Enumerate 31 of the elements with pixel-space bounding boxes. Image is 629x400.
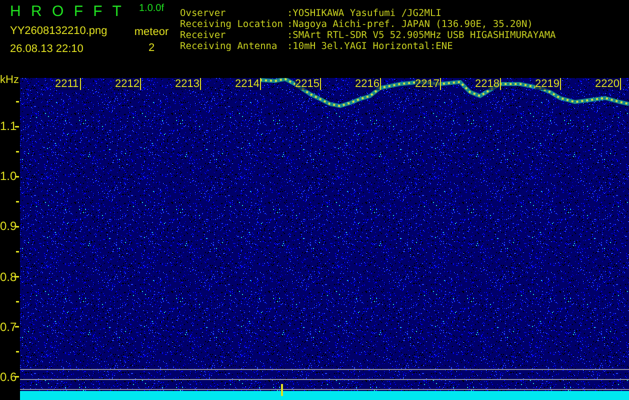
time-label: 2220 [595, 78, 622, 90]
info-value: :SMArt RTL-SDR V5 52.905MHz USB HIGASHIMURAYAMA [286, 30, 556, 41]
info-value: :Nagoya Aichi-pref. JAPAN (136.90E, 35.20N) [286, 19, 534, 30]
time-label: 2218 [475, 78, 502, 90]
time-label: 2214 [235, 78, 262, 90]
axis-label: 0.7 [0, 320, 17, 334]
info-value: :YOSHIKAWA Yasufumi /JG2MLI [286, 8, 442, 19]
file-name: YY2608132210.png [10, 24, 108, 38]
time-label: 2213 [175, 78, 202, 90]
axis-label: 1.1 [0, 119, 17, 133]
unit-label: kHz [0, 74, 19, 86]
axis-label: 1.0 [0, 169, 17, 184]
info-value: :10mH 3el.YAGI Horizontal:ENE [286, 41, 454, 52]
time-label: 2217 [415, 78, 442, 90]
time-label: 2219 [535, 78, 562, 90]
time-label: 2215 [295, 78, 322, 90]
meteor-label: meteor [134, 25, 169, 39]
timestamp: 26.08.13 22:10 [10, 42, 84, 56]
axis-label: 0.6 [0, 370, 17, 384]
info-label: Ovserver [180, 8, 227, 19]
info-label: Receiving Location [180, 19, 283, 30]
info-label: Receiving Antenna [180, 41, 278, 52]
version-label: 1.0.0f [138, 3, 164, 15]
axis-label: 0.9 [0, 219, 17, 234]
meteor-count: 2 [148, 41, 155, 55]
time-label: 2212 [115, 78, 142, 90]
app-title: H R O F F T [10, 2, 124, 22]
info-label: Receiver [180, 30, 227, 41]
time-label: 2216 [355, 78, 382, 90]
axis-label: 0.8 [0, 270, 17, 284]
time-label: 2211 [55, 78, 81, 90]
